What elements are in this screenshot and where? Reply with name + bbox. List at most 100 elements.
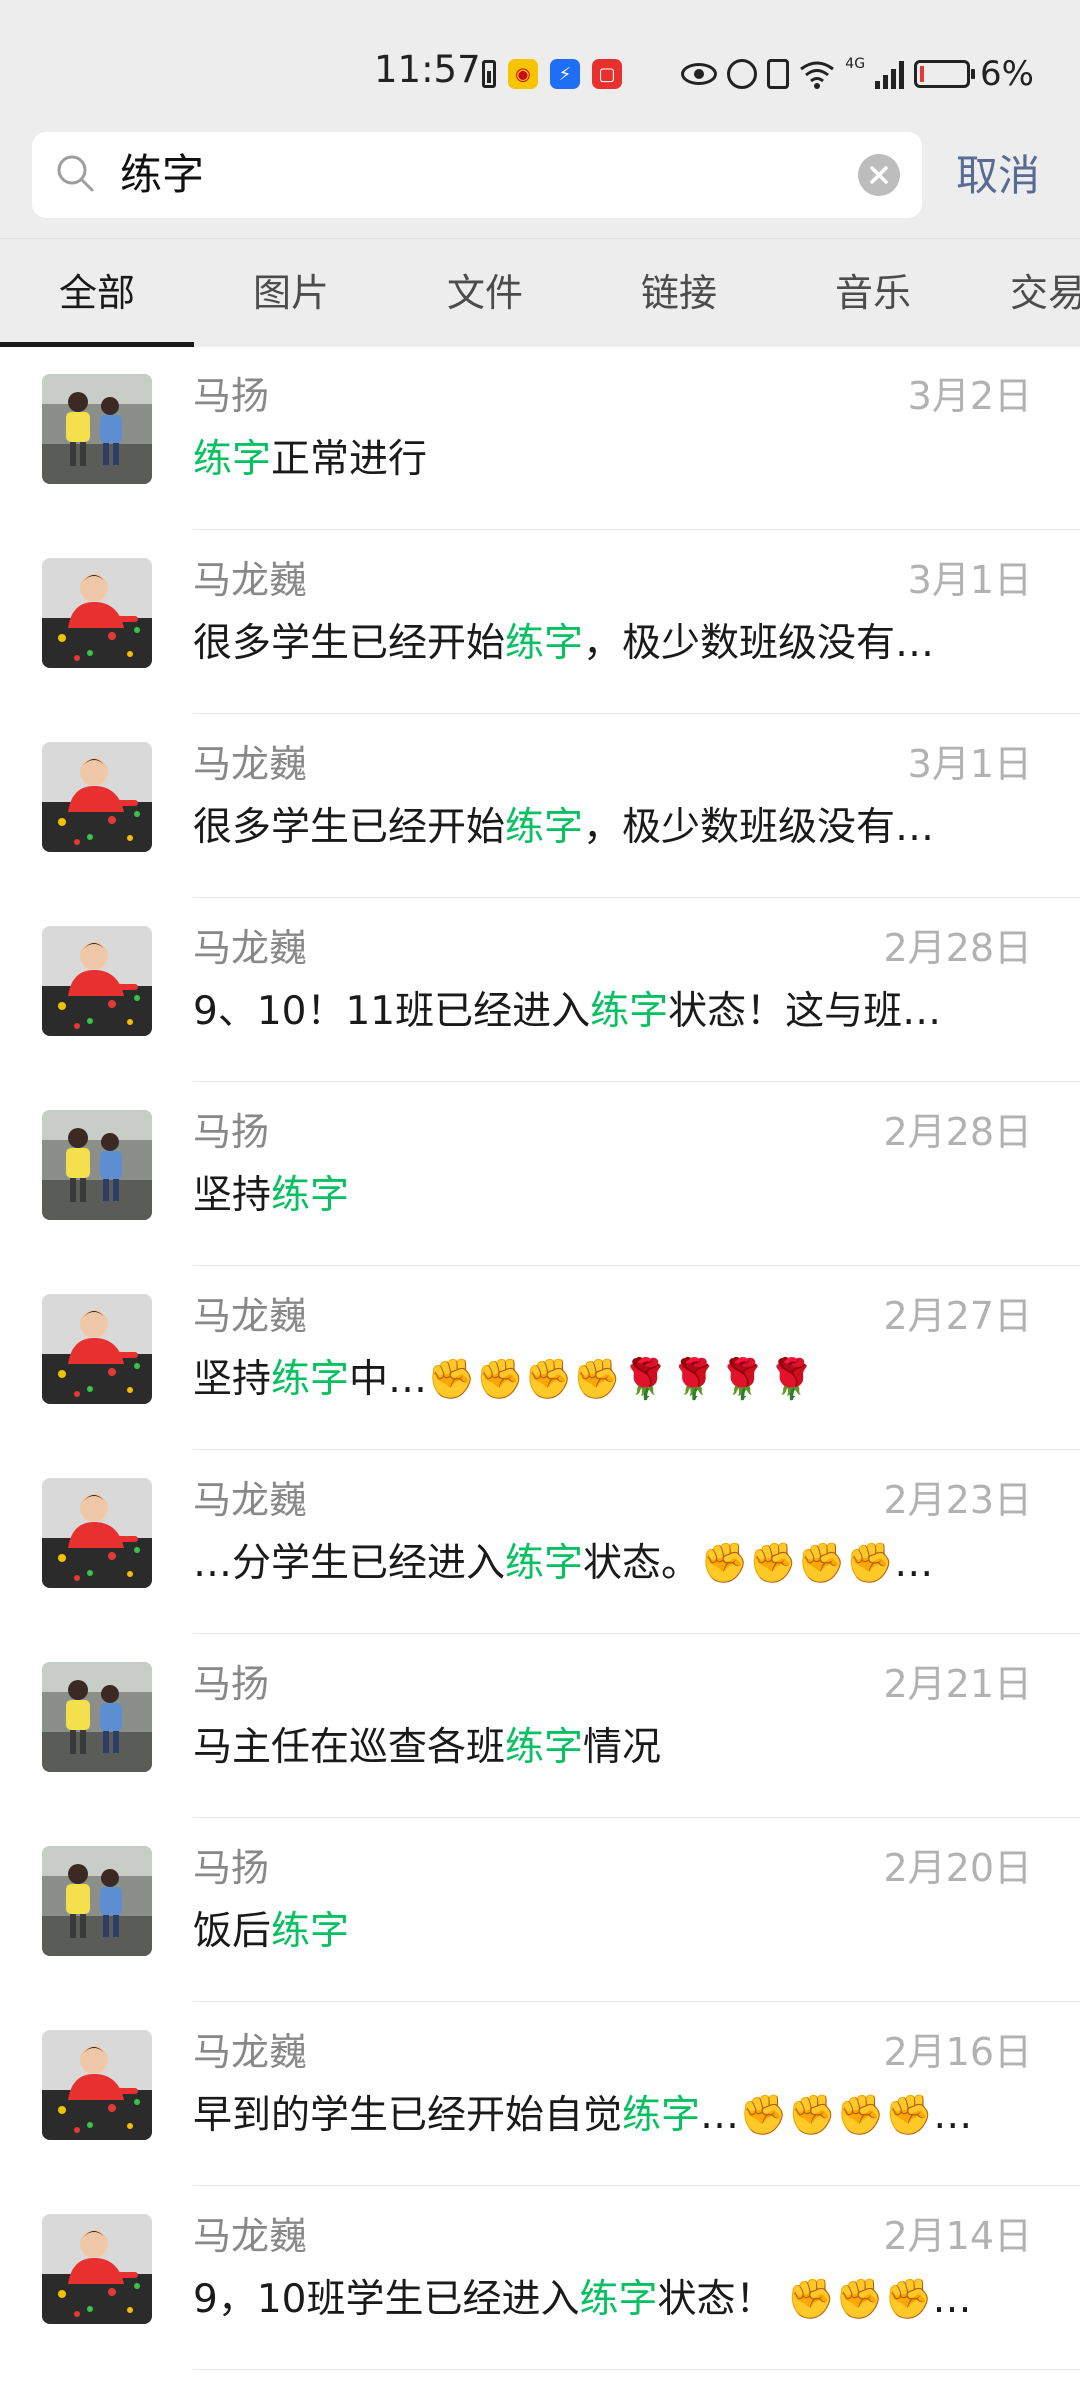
snippet-text: 早到的学生已经开始自觉 bbox=[193, 2093, 623, 2138]
message-snippet: 9，10班学生已经进入练字状态！ ✊✊✊… bbox=[193, 2272, 1013, 2328]
row-divider bbox=[193, 2369, 1080, 2370]
blue-app-icon: ⚡ bbox=[550, 59, 580, 89]
result-row[interactable]: 马龙巍 2月16日早到的学生已经开始自觉练字…✊✊✊✊… bbox=[0, 2002, 1080, 2186]
signal-icon bbox=[875, 59, 905, 89]
message-date: 2月28日 bbox=[883, 926, 1032, 970]
message-date: 3月1日 bbox=[907, 558, 1032, 602]
snippet-text: 坚持 bbox=[193, 1357, 272, 1402]
result-row[interactable]: 马扬 3月2日练字正常进行 bbox=[0, 346, 1080, 530]
message-date: 2月27日 bbox=[883, 1294, 1032, 1338]
avatar bbox=[42, 1478, 152, 1588]
sender-name: 马扬 bbox=[193, 1662, 270, 1706]
result-row[interactable]: 马龙巍 2月28日 9、10！11班已经进入练字状态！这与班… bbox=[0, 898, 1080, 1082]
battery-icon bbox=[914, 60, 976, 88]
message-snippet: 坚持练字 bbox=[193, 1168, 1013, 1224]
sender-name: 马扬 bbox=[193, 1846, 270, 1890]
result-row[interactable]: 马扬 2月21日 马主任在巡查各班练字情况 bbox=[0, 1634, 1080, 1818]
sender-name: 马龙巍 bbox=[193, 2214, 308, 2258]
tab-links[interactable]: 链接 bbox=[582, 239, 776, 347]
avatar bbox=[42, 2214, 152, 2324]
avatar bbox=[42, 1294, 152, 1404]
message-snippet: 很多学生已经开始练字，极少数班级没有… bbox=[193, 800, 1013, 856]
results-list: 马扬 3月2日 练字正常进行 马龙巍 3月1日 很多学生已经开始练字，极少数班级没有… 马龙… bbox=[0, 346, 1080, 2370]
highlighted-keyword: 练字 bbox=[505, 621, 584, 666]
snippet-text: 9、10！11班已经进入 bbox=[193, 989, 591, 1034]
highlighted-keyword: 练字 bbox=[505, 1541, 584, 1586]
snippet-text: 状态！这与班… bbox=[668, 989, 942, 1034]
tab-files[interactable]: 文件 bbox=[388, 239, 582, 347]
tab-images[interactable]: 图片 bbox=[194, 239, 388, 347]
message-date: 2月21日 bbox=[883, 1662, 1032, 1706]
result-row[interactable]: 马龙巍 2月23日 …分学生已经进入练字状态。✊✊✊✊… bbox=[0, 1450, 1080, 1634]
result-row[interactable]: 马扬 2月28日坚持练字 bbox=[0, 1082, 1080, 1266]
red-app-icon: ▢ bbox=[592, 59, 622, 89]
avatar bbox=[42, 1662, 152, 1772]
avatar bbox=[42, 374, 152, 484]
sender-name: 马龙巍 bbox=[193, 1294, 308, 1338]
message-date: 3月1日 bbox=[907, 742, 1032, 786]
snippet-text: 很多学生已经开始 bbox=[193, 805, 506, 850]
result-row[interactable]: 马龙巍 3月1日很多学生已经开始练字，极少数班级没有… bbox=[0, 714, 1080, 898]
result-row[interactable]: 马龙巍 3月1日很多学生已经开始练字，极少数班级没有… bbox=[0, 530, 1080, 714]
avatar bbox=[42, 558, 152, 668]
highlighted-keyword: 练字 bbox=[579, 2277, 658, 2322]
avatar bbox=[42, 742, 152, 852]
snippet-text: 很多学生已经开始 bbox=[193, 621, 506, 666]
highlighted-keyword: 练字 bbox=[271, 1173, 350, 1218]
message-snippet: 练字正常进行 bbox=[193, 432, 1013, 488]
sender-name: 马龙巍 bbox=[193, 926, 308, 970]
snippet-text: 正常进行 bbox=[271, 437, 428, 482]
message-date: 2月28日 bbox=[883, 1110, 1032, 1154]
result-row[interactable]: 马龙巍 2月14日 9，10班学生已经进入练字状态！ ✊✊✊… bbox=[0, 2186, 1080, 2370]
message-date: 2月23日 bbox=[883, 1478, 1032, 1522]
sender-name: 马龙巍 bbox=[193, 2030, 308, 2074]
message-date: 2月16日 bbox=[883, 2030, 1032, 2074]
sender-name: 马扬 bbox=[193, 374, 270, 418]
network-type: 4G bbox=[845, 56, 866, 72]
message-date: 2月20日 bbox=[883, 1846, 1032, 1890]
highlighted-keyword: 练字 bbox=[271, 1357, 350, 1402]
system-icons: 4G 6% bbox=[681, 54, 1034, 94]
status-bar: 11:57 ◉ ⚡ ▢ 4G 6% bbox=[0, 0, 1080, 130]
search-icon bbox=[57, 155, 94, 192]
sender-name: 马龙巍 bbox=[193, 742, 308, 786]
sender-name: 马龙巍 bbox=[193, 558, 308, 602]
snippet-text: ，极少数班级没有… bbox=[583, 805, 935, 850]
tab-transactions[interactable]: 交易 bbox=[1010, 239, 1080, 347]
message-date: 3月2日 bbox=[907, 374, 1032, 418]
cancel-button[interactable]: 取消 bbox=[956, 146, 1040, 206]
status-time: 11:57 bbox=[374, 48, 481, 91]
tab-all[interactable]: 全部 bbox=[0, 239, 194, 347]
message-snippet: 很多学生已经开始练字，极少数班级没有… bbox=[193, 616, 1013, 672]
eye-icon bbox=[681, 63, 718, 85]
wifi-icon bbox=[800, 61, 835, 89]
highlighted-keyword: 练字 bbox=[271, 1909, 350, 1954]
message-snippet: 早到的学生已经开始自觉练字…✊✊✊✊… bbox=[193, 2088, 1013, 2144]
sender-name: 马龙巍 bbox=[193, 1478, 308, 1522]
battery-small-icon bbox=[482, 60, 496, 88]
snippet-text: ，极少数班级没有… bbox=[583, 621, 935, 666]
highlighted-keyword: 练字 bbox=[590, 989, 669, 1034]
snippet-text: 情况 bbox=[583, 1725, 662, 1770]
avatar bbox=[42, 926, 152, 1036]
snippet-text: 状态！ ✊✊✊… bbox=[657, 2277, 972, 2322]
snippet-text: 状态。✊✊✊✊… bbox=[583, 1541, 934, 1586]
message-snippet: 9、10！11班已经进入练字状态！这与班… bbox=[193, 984, 1013, 1040]
search-input[interactable]: 练字 bbox=[120, 132, 204, 218]
sender-name: 马扬 bbox=[193, 1110, 270, 1154]
snippet-text: …✊✊✊✊… bbox=[700, 2093, 973, 2138]
result-row[interactable]: 马龙巍 2月27日坚持练字中…✊✊✊✊🌹🌹🌹🌹 bbox=[0, 1266, 1080, 1450]
clear-icon[interactable] bbox=[858, 154, 900, 196]
tab-music[interactable]: 音乐 bbox=[776, 239, 970, 347]
snippet-text: 饭后 bbox=[193, 1909, 272, 1954]
search-box[interactable]: 练字 bbox=[32, 132, 922, 218]
filter-tabs: 全部 图片 文件 链接 音乐 交易 bbox=[0, 238, 1080, 347]
result-row[interactable]: 马扬 2月20日饭后练字 bbox=[0, 1818, 1080, 2002]
highlighted-keyword: 练字 bbox=[193, 437, 272, 482]
snippet-text: 中…✊✊✊✊🌹🌹🌹🌹 bbox=[349, 1357, 816, 1402]
highlighted-keyword: 练字 bbox=[505, 805, 584, 850]
avatar bbox=[42, 1846, 152, 1956]
alarm-icon bbox=[727, 59, 758, 89]
notification-icons: ◉ ⚡ ▢ bbox=[482, 54, 622, 94]
snippet-text: 马主任在巡查各班 bbox=[193, 1725, 506, 1770]
